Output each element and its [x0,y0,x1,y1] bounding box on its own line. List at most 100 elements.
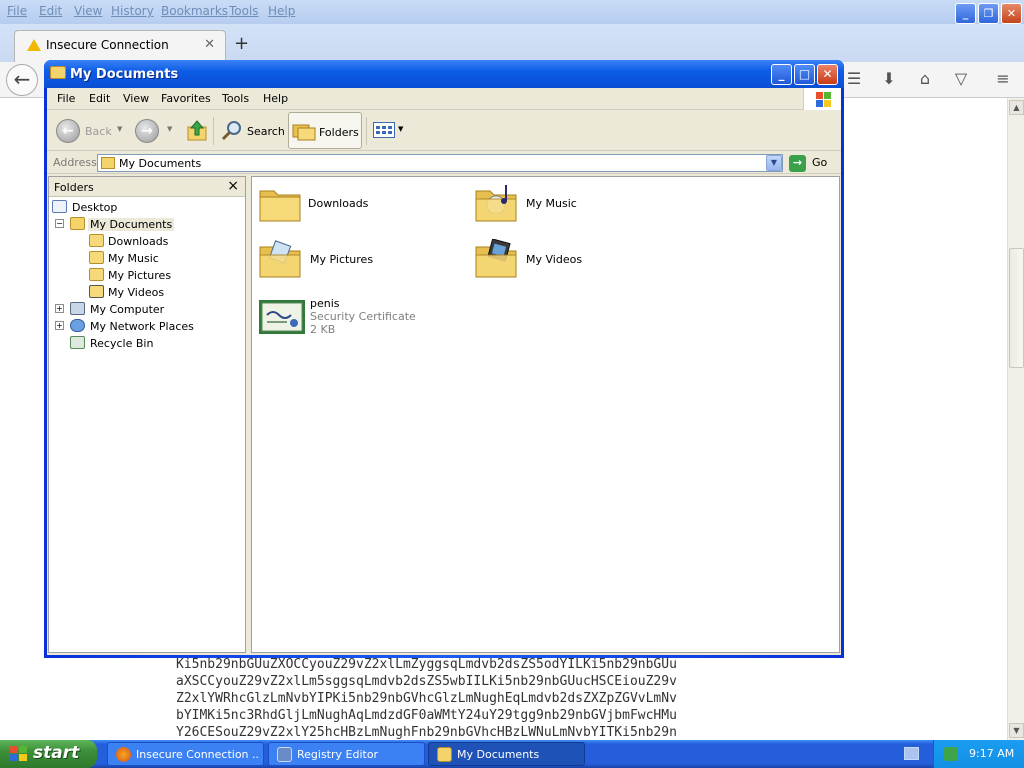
my-documents-icon [70,217,85,230]
tab-strip: Insecure Connection ✕ + [0,24,1024,62]
back-button[interactable]: ← [6,64,38,96]
address-value: My Documents [119,157,202,170]
item-name: My Pictures [310,253,374,266]
taskbar-item-my-documents[interactable]: My Documents [428,742,585,766]
restore-button[interactable]: ❐ [978,3,999,24]
folders-pane-header: Folders × [49,177,245,197]
menu-view[interactable]: View [123,92,149,105]
go-button[interactable]: Go [812,156,827,169]
recycle-bin-icon [70,336,85,349]
folders-pane-title: Folders [54,181,94,194]
menu-help[interactable]: Help [268,4,295,18]
search-icon[interactable] [221,119,243,141]
menu-edit[interactable]: Edit [39,4,62,18]
new-tab-button[interactable]: + [234,33,249,54]
menu-file[interactable]: File [57,92,75,105]
menu-favorites[interactable]: Favorites [161,92,211,105]
forward-arrow-icon[interactable]: → [135,119,159,143]
menu-file[interactable]: File [7,4,27,18]
address-input[interactable]: My Documents [97,154,783,172]
folder-icon [50,66,66,79]
videos-folder-icon [89,285,104,298]
page-text: Ki5nb29nbGUuZXOCCyouZ29vZ2xlLmZyggsqLmdv… [176,656,976,741]
page-text-line: Y26CESouZ29vZ2xlY25hcHBzLmNughFnb29nbGVh… [176,725,677,740]
forward-dropdown-icon[interactable]: ▼ [167,125,172,133]
item-certificate[interactable]: penis Security Certificate 2 KB [258,297,458,347]
firefox-menubar: File Edit View History Bookmarks Tools H… [0,0,1024,24]
menu-bookmarks[interactable]: Bookmarks [161,4,228,18]
menu-tools[interactable]: Tools [229,4,259,18]
download-icon[interactable]: ⬇ [878,68,900,90]
address-label: Address [53,156,97,169]
item-my-music[interactable]: My Music [474,183,674,233]
window-title: My Documents [70,67,179,82]
home-icon[interactable]: ⌂ [914,68,936,90]
item-my-pictures[interactable]: My Pictures [258,239,458,289]
taskbar-item-firefox[interactable]: Insecure Connection ... [107,742,264,766]
up-folder-icon[interactable] [187,119,207,141]
firefox-icon [116,747,131,762]
taskbar: start Insecure Connection ... Registry E… [0,740,1024,768]
go-arrow-icon[interactable]: → [789,155,806,172]
warning-icon [27,39,41,51]
scroll-up-arrow-icon[interactable]: ▲ [1009,100,1024,115]
network-status-icon[interactable] [944,747,958,761]
content-pane: Downloads My Music My Pictures My Videos… [251,176,840,653]
clock[interactable]: 9:17 AM [969,747,1014,760]
close-button[interactable]: ✕ [817,64,838,85]
vertical-scrollbar[interactable]: ▲ ▼ [1007,98,1024,740]
folders-button[interactable]: Folders [288,112,362,149]
folder-icon [101,157,115,169]
expand-icon[interactable]: + [55,304,64,313]
item-downloads[interactable]: Downloads [258,183,458,233]
search-button[interactable]: Search [247,125,285,138]
start-button[interactable]: start [0,740,97,768]
certificate-icon [259,300,305,334]
maximize-button[interactable]: □ [794,64,815,85]
tree-label: My Documents [88,218,175,231]
toolbar-separator [366,117,367,145]
menu-help[interactable]: Help [263,92,288,105]
taskbar-item-registry-editor[interactable]: Registry Editor [268,742,425,766]
folders-pane: Folders × Desktop − My Documents Downloa… [48,176,246,653]
folder-icon [89,234,104,247]
menu-history[interactable]: History [111,4,154,18]
item-name: penis [310,297,340,310]
back-button[interactable]: Back [85,125,112,138]
collapse-icon[interactable]: − [55,219,64,228]
close-pane-icon[interactable]: × [227,178,239,194]
address-dropdown-icon[interactable]: ▼ [766,155,782,171]
tab-close-icon[interactable]: ✕ [204,37,215,52]
expand-icon[interactable]: + [55,321,64,330]
keyboard-icon[interactable] [904,747,919,760]
hamburger-menu-icon[interactable]: ≡ [992,68,1014,90]
tab-insecure-connection[interactable]: Insecure Connection ✕ [14,30,226,62]
item-my-videos[interactable]: My Videos [474,239,674,289]
explorer-titlebar[interactable]: My Documents _ □ ✕ [44,60,844,88]
pocket-icon[interactable]: ▽ [950,68,972,90]
views-dropdown-icon[interactable]: ▼ [398,125,403,133]
system-tray: 9:17 AM [933,740,1024,768]
menu-view[interactable]: View [74,4,102,18]
page-text-line: Z2xlYWRhcGlzLmNvbYIPKi5nb29nbGVhcGlzLmNu… [176,691,677,706]
windows-logo-icon [803,88,841,110]
menu-edit[interactable]: Edit [89,92,110,105]
folder-icon [259,190,301,222]
reading-list-icon[interactable]: ☰ [843,68,865,90]
views-icon[interactable] [373,122,395,138]
item-name: My Videos [526,253,583,266]
back-arrow-icon[interactable]: ← [56,119,80,143]
scrollbar-thumb[interactable] [1009,248,1024,368]
minimize-button[interactable]: _ [771,64,792,85]
scroll-down-arrow-icon[interactable]: ▼ [1009,723,1024,738]
videos-folder-icon [475,239,517,278]
menu-tools[interactable]: Tools [222,92,249,105]
back-dropdown-icon[interactable]: ▼ [117,125,122,133]
page-text-line: Ki5nb29nbGUuZXOCCyouZ29vZ2xlLmZyggsqLmdv… [176,657,677,672]
minimize-button[interactable]: _ [955,3,976,24]
tree-label: My Videos [108,286,165,299]
close-button[interactable]: ✕ [1001,3,1022,24]
registry-editor-icon [277,747,292,762]
task-label: My Documents [457,748,540,761]
folder-icon [437,747,452,762]
